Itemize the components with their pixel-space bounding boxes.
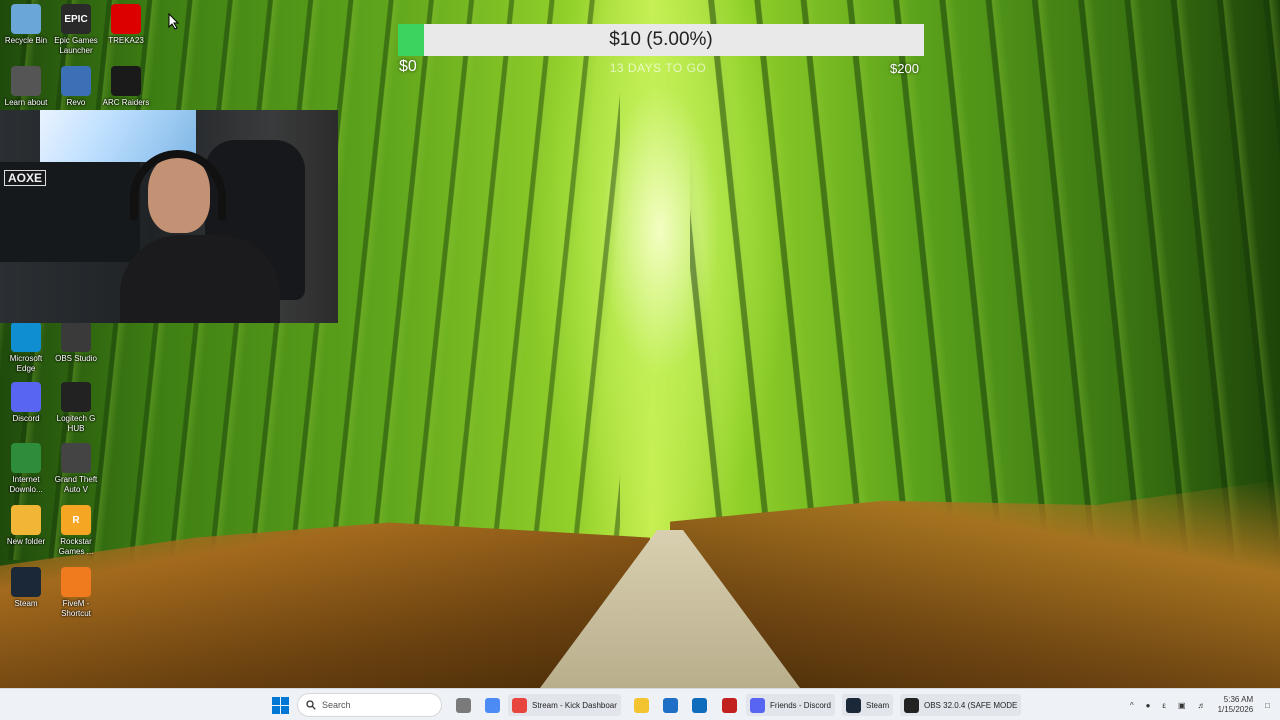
gta-icon (61, 443, 91, 473)
desktop-icon[interactable]: ARC Raiders (100, 66, 152, 108)
desktop-icon[interactable]: Recycle Bin (0, 4, 52, 46)
desktop-icon[interactable]: Internet Downlo... (0, 443, 52, 495)
taskbar-app[interactable] (630, 694, 653, 716)
obs-icon (61, 322, 91, 352)
webcam-overlay: AOXE (0, 110, 338, 323)
desktop-icon[interactable]: Logitech G HUB (50, 382, 102, 434)
desktop-icon[interactable]: FiveM - Shortcut (50, 567, 102, 619)
desktop-icon-label: Recycle Bin (4, 36, 48, 45)
discord-taskbar-icon (750, 697, 765, 713)
search-icon (306, 700, 316, 710)
desktop-icon[interactable]: Grand Theft Auto V (50, 443, 102, 495)
taskbar-app[interactable] (481, 694, 504, 716)
windows-logo-icon (272, 697, 280, 705)
taskbar-app[interactable] (718, 694, 741, 716)
webcam-person-body (120, 235, 280, 323)
desktop-icon-label: Discord (12, 414, 40, 423)
taskbar-app[interactable] (659, 694, 682, 716)
store-icon (456, 697, 471, 713)
desktop-icon[interactable]: Steam (0, 567, 52, 609)
discord-icon (11, 382, 41, 412)
desktop-icon[interactable]: Microsoft Edge (0, 322, 52, 374)
copilot-icon (485, 697, 500, 713)
donation-goal-bar: $10 (5.00%) (398, 24, 924, 56)
epic-games-icon: EPIC (61, 4, 91, 34)
donation-goal-days-left: 13 DAYS TO GO (609, 61, 707, 75)
taskbar-app-label: Stream - Kick Dashboar (532, 700, 617, 710)
desktop-icon-label: Logitech G HUB (56, 414, 96, 433)
desktop-icon-label: Learn about (4, 98, 48, 107)
german-flag-icon (111, 4, 141, 34)
clock-date: 1/15/2026 (1217, 705, 1254, 714)
taskbar-app-label: Friends - Discord (770, 700, 831, 710)
edge-icon (11, 322, 41, 352)
desktop-icon[interactable]: R Rockstar Games ... (50, 505, 102, 557)
desktop-icon[interactable]: Learn about (0, 66, 52, 108)
desktop-icon-label: Microsoft Edge (9, 354, 43, 373)
taskbar-search-box[interactable]: Search (297, 693, 442, 717)
donation-goal-min: $0 (399, 58, 417, 75)
desktop-icon[interactable]: Discord (0, 382, 52, 424)
taskbar-app[interactable]: Stream - Kick Dashboar (508, 694, 621, 716)
taskbar-app[interactable]: Steam (842, 694, 894, 716)
desktop-icon[interactable]: TREKA23 (100, 4, 152, 46)
app-red-icon (722, 697, 737, 713)
clock-time: 5:36 AM (1223, 695, 1254, 704)
taskbar-app[interactable]: OBS 32.0.4 (SAFE MODE (900, 694, 1022, 716)
webcam-monitor-logo: AOXE (4, 170, 47, 186)
desktop-icon-label: Steam (14, 599, 38, 608)
desktop-icon-label: TREKA23 (108, 36, 144, 45)
desktop-icon-label: Grand Theft Auto V (54, 475, 98, 494)
desktop-icon[interactable]: New folder (0, 505, 52, 547)
desktop-icon-label: OBS Studio (55, 354, 97, 363)
desktop-wallpaper (0, 0, 1280, 688)
taskbar-app[interactable] (452, 694, 475, 716)
search-placeholder: Search (322, 700, 351, 710)
taskbar-app-label: Steam (866, 700, 890, 710)
wallpaper-bamboo-right (690, 0, 1280, 560)
fivem-icon (61, 567, 91, 597)
chrome-icon (512, 697, 527, 713)
taskbar-clock[interactable]: 5:36 AM 1/15/2026 (1218, 695, 1254, 715)
desktop-icon[interactable]: Revo (50, 66, 102, 108)
network-icon[interactable]: ▣ (1178, 701, 1186, 710)
outlook-icon (692, 697, 707, 713)
file-explorer-icon (634, 697, 649, 713)
desktop-icon[interactable]: EPIC Epic Games Launcher (50, 4, 102, 56)
taskbar: Search Stream - Kick Dashboar Friends - D… (0, 688, 1280, 720)
calendar-icon (663, 697, 678, 713)
steam-icon (11, 567, 41, 597)
system-tray: ^ ● ε ▣ ♬ 5:36 AM 1/15/2026 □ (1130, 693, 1270, 717)
volume-icon[interactable]: ♬ (1198, 701, 1206, 710)
mouse-cursor-icon (168, 13, 180, 30)
recycle-bin-icon (11, 4, 41, 34)
desktop-icon-label: Internet Downlo... (9, 475, 43, 494)
desktop-icon-label: Revo (66, 98, 86, 107)
desktop-icon-label: New folder (6, 537, 46, 546)
start-button[interactable] (272, 697, 289, 714)
taskbar-app-label: OBS 32.0.4 (SAFE MODE (924, 700, 1018, 710)
desktop-icon[interactable]: OBS Studio (50, 322, 102, 364)
notifications-icon[interactable]: □ (1265, 701, 1270, 710)
learn-about-icon (11, 66, 41, 96)
chevron-up-icon[interactable]: ^ (1130, 701, 1134, 710)
arc-raiders-icon (111, 66, 141, 96)
desktop-icon-label: ARC Raiders (102, 98, 150, 107)
revo-icon (61, 66, 91, 96)
microphone-icon[interactable]: ● (1146, 701, 1151, 710)
idm-icon (11, 443, 41, 473)
desktop-icon-label: Epic Games Launcher (54, 36, 98, 55)
desktop-icon-label: Rockstar Games ... (58, 537, 94, 556)
steam-taskbar-icon (846, 697, 861, 713)
logitech-icon (61, 382, 91, 412)
keyboard-layout-icon[interactable]: ε (1162, 701, 1166, 710)
obs-taskbar-icon (904, 697, 919, 713)
taskbar-app[interactable] (688, 694, 711, 716)
donation-goal-max: $200 (890, 61, 919, 76)
donation-goal-text: $10 (5.00%) (609, 29, 713, 50)
desktop-icon-label: FiveM - Shortcut (61, 599, 91, 618)
rockstar-icon: R (61, 505, 91, 535)
taskbar-app[interactable]: Friends - Discord (746, 694, 835, 716)
folder-icon (11, 505, 41, 535)
